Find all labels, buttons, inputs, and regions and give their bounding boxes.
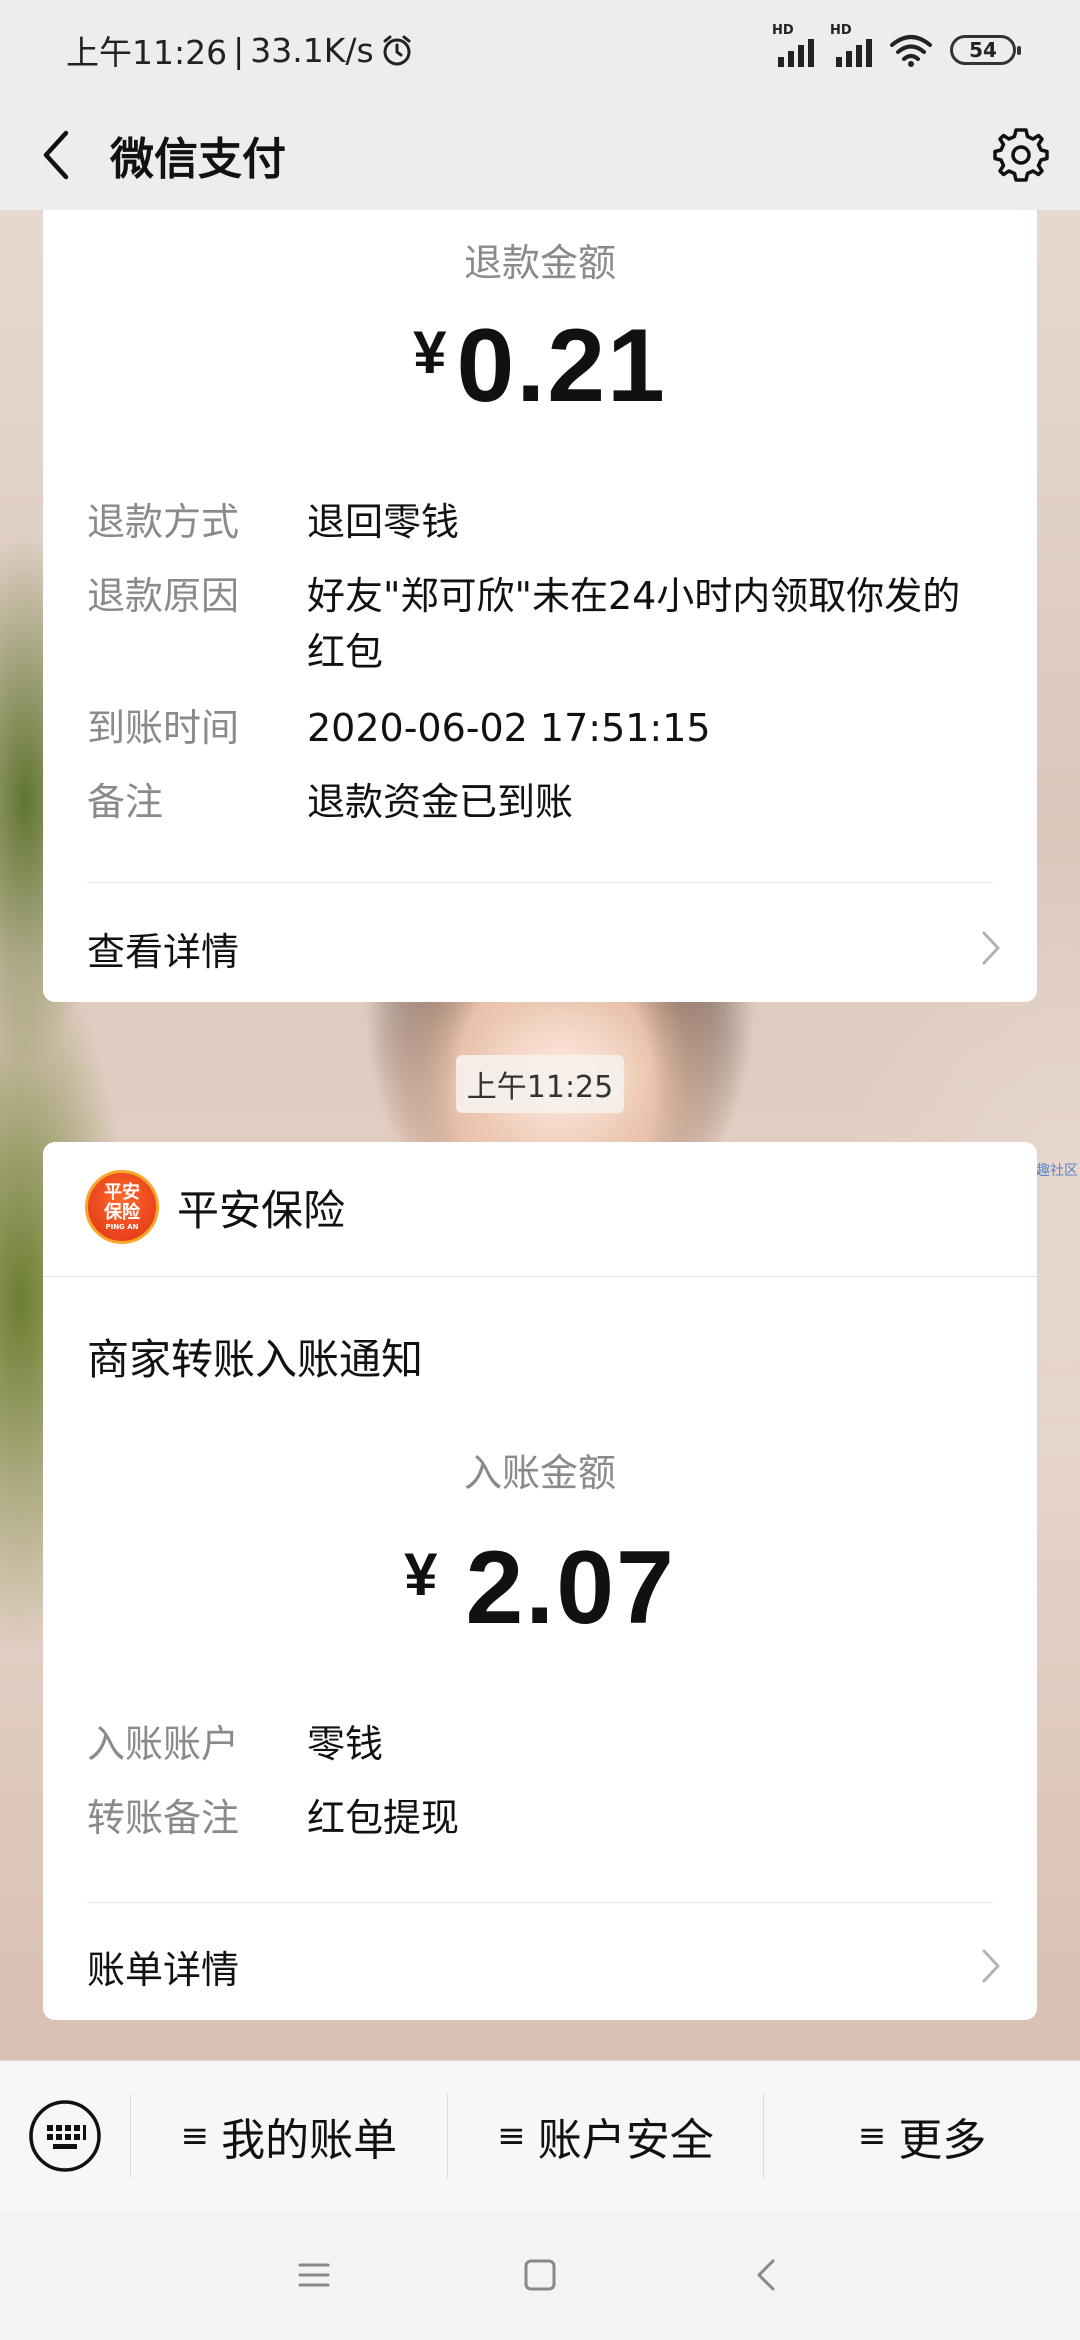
chevron-right-icon xyxy=(982,1949,1000,1983)
merchant-header[interactable]: 平安 保险 PING AN 平安保险 xyxy=(85,1170,345,1244)
card-divider xyxy=(87,882,993,883)
refund-card: 退款金额 ¥ 0.21 退款方式 退回零钱 退款原因 好友"郑可欣"未在24小时… xyxy=(43,210,1037,1002)
home-square-icon xyxy=(524,2259,556,2291)
gear-icon xyxy=(993,128,1049,182)
transfer-card: 平安 保险 PING AN 平安保险 商家转账入账通知 入账金额 ¥ 2.07 … xyxy=(43,1142,1037,2020)
pingan-logo: 平安 保险 PING AN xyxy=(85,1170,159,1244)
status-bar: 上午11:26 | 33.1K/s HD HD 54 xyxy=(0,0,1080,100)
currency-symbol: ¥ xyxy=(413,319,447,386)
menu-my-bills[interactable]: ≡ 我的账单 xyxy=(131,2061,447,2211)
card-divider xyxy=(87,1902,993,1903)
back-button[interactable] xyxy=(0,100,110,210)
nav-home-button[interactable] xyxy=(427,2210,653,2340)
keyboard-toggle-button[interactable] xyxy=(0,2061,130,2211)
menu-icon xyxy=(298,2263,330,2287)
page-title: 微信支付 xyxy=(110,134,286,185)
notice-title: 商家转账入账通知 xyxy=(87,1335,424,1384)
transfer-amount-label: 入账金额 xyxy=(463,1451,616,1495)
menu-list-icon: ≡ xyxy=(497,2115,526,2156)
title-bar: 微信支付 xyxy=(0,100,1080,210)
status-net-speed: 33.1K/s xyxy=(250,30,374,70)
refund-row-method: 退款方式 退回零钱 xyxy=(87,500,460,544)
message-timestamp: 上午11:25 xyxy=(456,1055,624,1113)
view-details-label: 查看详情 xyxy=(87,929,240,974)
menu-list-icon: ≡ xyxy=(180,2115,210,2156)
status-time: 上午11:26 xyxy=(66,33,228,72)
transfer-amount: ¥ 2.07 xyxy=(43,1536,1037,1640)
merchant-name: 平安保险 xyxy=(177,1185,346,1235)
nav-menu-button[interactable] xyxy=(201,2210,427,2340)
back-arrow-icon xyxy=(43,130,69,180)
settings-button[interactable] xyxy=(988,122,1054,188)
battery-icon: 54 xyxy=(950,35,1021,65)
bill-details-link[interactable]: 账单详情 xyxy=(87,1928,1001,2004)
signal-icon: HD xyxy=(772,23,814,67)
transfer-row-account: 入账账户 零钱 xyxy=(87,1722,384,1766)
alarm-icon xyxy=(383,35,411,66)
menu-list-icon: ≡ xyxy=(857,2115,887,2156)
signal-icon-2: HD xyxy=(830,23,872,67)
refund-amount: ¥ 0.21 xyxy=(43,314,1037,418)
status-separator: | xyxy=(233,30,245,70)
merchant-divider xyxy=(43,1276,1037,1277)
refund-row-note: 备注 退款资金已到账 xyxy=(87,780,574,824)
refund-amount-label: 退款金额 xyxy=(463,241,616,285)
currency-symbol: ¥ xyxy=(404,1541,438,1608)
view-details-link[interactable]: 查看详情 xyxy=(87,910,1001,986)
refund-row-reason: 退款原因 好友"郑可欣"未在24小时内领取你发的红包 xyxy=(87,574,961,674)
system-nav-bar xyxy=(0,2210,1080,2340)
menu-account-security[interactable]: ≡ 账户安全 xyxy=(448,2061,764,2211)
transfer-amount-value: 2.07 xyxy=(465,1530,676,1646)
nav-back-button[interactable] xyxy=(653,2210,879,2340)
wifi-icon xyxy=(890,35,932,67)
transfer-row-note: 转账备注 红包提现 xyxy=(87,1796,460,1840)
bill-details-label: 账单详情 xyxy=(87,1947,240,1992)
refund-amount-value: 0.21 xyxy=(456,308,667,424)
refund-row-time: 到账时间 2020-06-02 17:51:15 xyxy=(87,706,711,750)
back-triangle-icon xyxy=(757,2259,775,2291)
chevron-right-icon xyxy=(982,931,1000,965)
menu-more[interactable]: ≡ 更多 xyxy=(764,2061,1080,2211)
keyboard-icon xyxy=(29,2099,101,2172)
service-menu-bar: ≡ 我的账单 ≡ 账户安全 ≡ 更多 xyxy=(0,2060,1080,2210)
